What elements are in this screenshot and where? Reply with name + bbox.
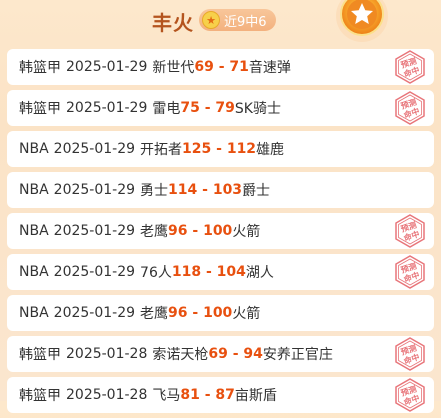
prediction-row[interactable]: 韩篮甲 2025-01-28 索诺天枪 69 - 94 安养正官庄 预测 命中 <box>7 336 434 372</box>
away-team: 音速弹 <box>248 60 291 76</box>
away-score: 100 <box>203 223 233 239</box>
score-separator: - <box>213 59 230 75</box>
away-team: 亩斯盾 <box>234 388 277 404</box>
away-score: 100 <box>203 305 233 321</box>
away-score: 94 <box>243 346 263 362</box>
record-text: 近9中6 <box>224 14 267 30</box>
home-team: 老鹰 <box>140 306 169 322</box>
score: 69 - 71 <box>194 59 249 75</box>
prediction-row[interactable]: 韩篮甲 2025-01-28 飞马 81 - 87 亩斯盾 预测 命中 <box>7 377 434 413</box>
away-score: 112 <box>226 141 257 157</box>
prediction-hit-stamp: 预测命中 <box>395 337 425 371</box>
home-score: 114 <box>168 182 198 198</box>
league-name: 韩篮甲 <box>19 60 61 76</box>
home-team: 开拓者 <box>140 142 183 158</box>
score-separator: - <box>187 223 204 239</box>
away-team: 爵士 <box>242 183 271 199</box>
prediction-list: 韩篮甲 2025-01-29 新世代 69 - 71 音速弹 预测 命中 韩篮甲 2025-01… <box>7 49 434 418</box>
home-team: 飞马 <box>152 388 181 404</box>
expert-name: 丰火 <box>152 11 194 35</box>
match-date: 2025-01-28 <box>66 346 148 362</box>
home-team: 新世代 <box>152 60 195 76</box>
away-team: 雄鹿 <box>256 142 285 158</box>
prediction-hit-stamp: 预测命中 <box>395 50 425 84</box>
league-name: NBA <box>19 264 49 280</box>
prediction-row[interactable]: NBA 2025-01-29 76人 118 - 104 湖人 预测 命中 <box>7 254 434 290</box>
league-name: 韩篮甲 <box>19 101 61 117</box>
score-separator: - <box>197 182 213 198</box>
prediction-row[interactable]: NBA 2025-01-29 老鹰 96 - 100 火箭 预测 命中 <box>7 213 434 249</box>
score: 69 - 94 <box>208 346 263 362</box>
score: 118 - 104 <box>172 264 246 280</box>
score: 96 - 100 <box>168 223 232 239</box>
home-team: 索诺天枪 <box>152 347 209 363</box>
away-team: 安养正官庄 <box>262 347 333 363</box>
away-team: 火箭 <box>232 224 261 240</box>
home-team: 老鹰 <box>140 224 169 240</box>
away-team: SK骑士 <box>234 101 281 117</box>
match-date: 2025-01-29 <box>53 182 136 198</box>
match-date: 2025-01-29 <box>66 59 148 75</box>
league-name: 韩篮甲 <box>19 388 61 404</box>
prediction-row[interactable]: NBA 2025-01-29 开拓者 125 - 112 雄鹿 <box>7 131 434 167</box>
prediction-hit-stamp: 预测命中 <box>395 255 425 289</box>
medal-icon <box>336 0 388 42</box>
score: 96 - 100 <box>168 305 232 321</box>
away-score: 71 <box>229 59 249 75</box>
away-score: 79 <box>215 100 235 116</box>
away-score: 104 <box>216 264 246 280</box>
record-badge[interactable]: ★ 近9中6 <box>199 9 276 31</box>
prediction-row[interactable]: 韩篮甲 2025-01-29 新世代 69 - 71 音速弹 预测 命中 <box>7 49 434 85</box>
home-score: 96 <box>168 223 188 239</box>
league-name: NBA <box>19 305 49 321</box>
match-date: 2025-01-29 <box>53 264 136 280</box>
score-separator: - <box>227 346 244 362</box>
home-score: 69 <box>194 59 214 75</box>
home-score: 125 <box>182 141 212 157</box>
prediction-row[interactable]: NBA 2025-01-29 老鹰 96 - 100 火箭 <box>7 295 434 331</box>
prediction-row[interactable]: 韩篮甲 2025-01-29 雷电 75 - 79 SK骑士 预测 命中 <box>7 90 434 126</box>
match-date: 2025-01-29 <box>53 223 136 239</box>
home-team: 勇士 <box>140 183 169 199</box>
score: 114 - 103 <box>168 182 242 198</box>
prediction-hit-stamp: 预测命中 <box>395 214 425 248</box>
away-team: 火箭 <box>232 306 261 322</box>
prediction-hit-stamp: 预测命中 <box>395 378 425 412</box>
home-score: 96 <box>168 305 188 321</box>
league-name: NBA <box>19 182 49 198</box>
home-score: 69 <box>208 346 228 362</box>
home-score: 75 <box>180 100 200 116</box>
prediction-hit-stamp: 预测命中 <box>395 91 425 125</box>
score-separator: - <box>211 141 227 157</box>
star-icon: ★ <box>202 11 220 29</box>
league-name: NBA <box>19 223 49 239</box>
score: 125 - 112 <box>182 141 256 157</box>
league-name: 韩篮甲 <box>19 347 61 363</box>
match-date: 2025-01-29 <box>66 100 148 116</box>
score-separator: - <box>187 305 204 321</box>
league-name: NBA <box>19 141 49 157</box>
match-date: 2025-01-29 <box>53 141 136 157</box>
match-date: 2025-01-29 <box>53 305 136 321</box>
score: 75 - 79 <box>180 100 235 116</box>
prediction-row[interactable]: NBA 2025-01-29 勇士 114 - 103 爵士 <box>7 172 434 208</box>
score-separator: - <box>199 100 216 116</box>
away-team: 湖人 <box>245 265 274 281</box>
away-score: 103 <box>212 182 243 198</box>
home-team: 76人 <box>140 265 172 281</box>
home-score: 118 <box>171 264 202 280</box>
score-separator: - <box>201 264 217 280</box>
home-team: 雷电 <box>152 101 181 117</box>
expert-header: 丰火 ★ 近9中6 <box>0 0 441 44</box>
